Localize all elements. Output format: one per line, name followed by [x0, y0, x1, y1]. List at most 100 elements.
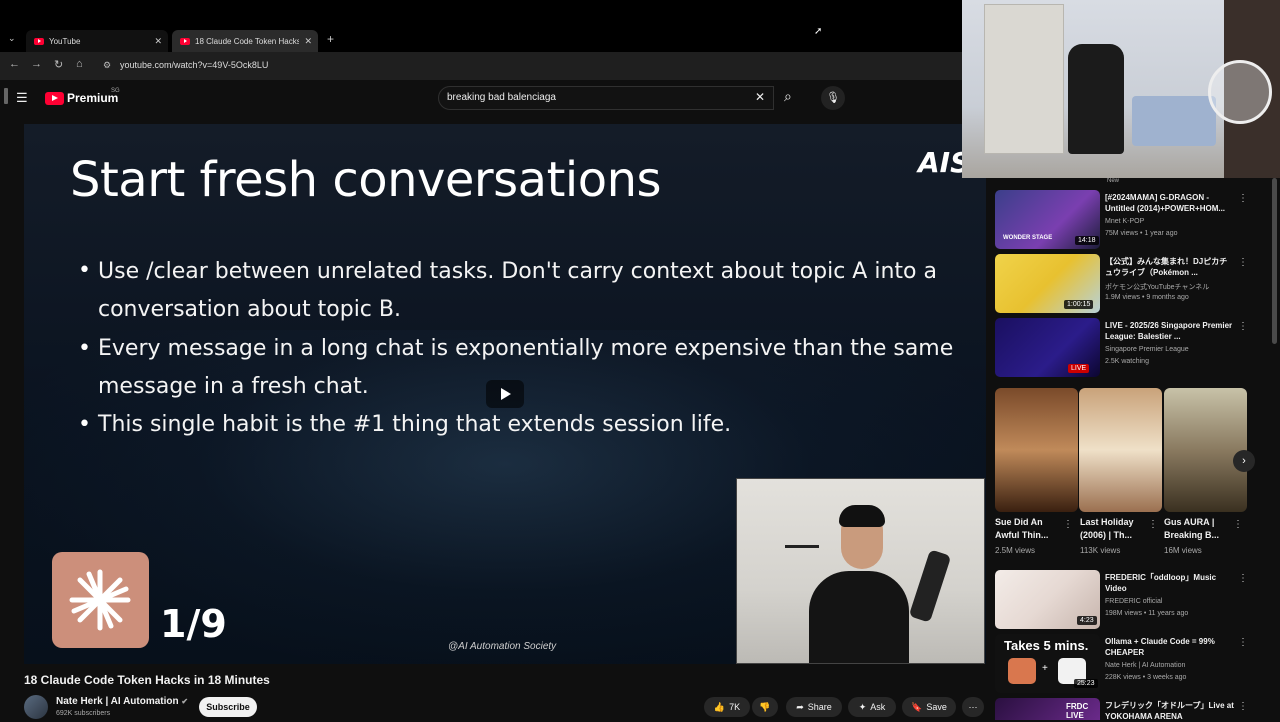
- thumbnail-caption: WONDER STAGE: [1003, 235, 1053, 241]
- video-duration: 4:23: [1077, 616, 1097, 625]
- save-button[interactable]: 🔖 Save: [902, 697, 956, 717]
- more-vertical-icon[interactable]: ⋮: [1233, 519, 1243, 530]
- thumbnail-text: FRDC LIVE: [1066, 702, 1089, 720]
- more-vertical-icon[interactable]: ⋮: [1063, 519, 1073, 530]
- presenter-body: [809, 571, 909, 663]
- more-vertical-icon[interactable]: ⋮: [1148, 519, 1158, 530]
- channel-name-text: Nate Herk | AI Automation: [56, 696, 179, 707]
- new-tab-icon[interactable]: +: [327, 32, 334, 46]
- save-label: Save: [926, 702, 947, 712]
- claude-logo-icon: [52, 552, 149, 648]
- close-tab-icon[interactable]: ✕: [304, 36, 312, 47]
- tab-youtube[interactable]: YouTube ✕: [26, 30, 168, 52]
- search-input[interactable]: breaking bad balenciaga: [447, 92, 556, 103]
- more-vertical-icon[interactable]: ⋮: [1238, 637, 1248, 648]
- claude-starburst-icon: [69, 569, 131, 631]
- home-icon[interactable]: ⌂: [76, 58, 83, 70]
- video-title[interactable]: FREDERIC「oddloop」Music Video: [1105, 572, 1235, 594]
- youtube-logo[interactable]: Premium: [45, 91, 118, 105]
- youtube-favicon-icon: [180, 37, 190, 45]
- bookmark-icon: 🔖: [911, 701, 923, 712]
- short-thumbnail[interactable]: [1079, 388, 1162, 512]
- more-vertical-icon[interactable]: ⋮: [1238, 257, 1248, 268]
- slide-bullet-3: This single habit is the #1 thing that e…: [98, 412, 732, 437]
- region-code: SG: [111, 88, 120, 94]
- back-icon[interactable]: ←: [9, 58, 20, 70]
- short-views: 113K views: [1080, 546, 1121, 555]
- video-channel[interactable]: Nate Herk | AI Automation: [1105, 662, 1185, 669]
- video-channel[interactable]: Singapore Premier League: [1105, 346, 1189, 353]
- bed: [1132, 96, 1216, 146]
- wall-shelf: [785, 545, 819, 548]
- menu-icon[interactable]: ☰: [16, 90, 28, 106]
- youtube-play-logo-icon: [45, 91, 64, 105]
- thumbs-up-icon: 👍: [713, 701, 726, 712]
- video-channel[interactable]: ポケモン公式YouTubeチャンネル: [1105, 282, 1209, 292]
- video-meta: 228K views • 3 weeks ago: [1105, 674, 1187, 681]
- play-button[interactable]: [486, 380, 524, 408]
- subscriber-count: 692K subscribers: [56, 710, 111, 717]
- subscribe-button[interactable]: Subscribe: [199, 697, 257, 717]
- video-title[interactable]: [#2024MAMA] G-DRAGON - Untitled (2014)+P…: [1105, 192, 1235, 214]
- shorts-next-button[interactable]: ›: [1233, 450, 1255, 472]
- more-vertical-icon[interactable]: ⋮: [1238, 321, 1248, 332]
- channel-name[interactable]: Nate Herk | AI Automation ✔: [56, 696, 188, 707]
- url-text[interactable]: youtube.com/watch?v=49V-5Ock8LU: [120, 60, 268, 70]
- video-duration: 14:18: [1075, 236, 1099, 245]
- tab-label: 18 Claude Code Token Hacks i: [195, 36, 299, 46]
- sparkle-icon: ✦: [858, 701, 867, 712]
- video-title[interactable]: Ollama + Claude Code = 99% CHEAPER: [1105, 636, 1235, 658]
- presenter-hair: [839, 505, 885, 527]
- tab-label: YouTube: [49, 36, 81, 46]
- short-thumbnail[interactable]: [995, 388, 1078, 512]
- video-channel[interactable]: Mnet K-POP: [1105, 218, 1144, 225]
- channel-avatar[interactable]: [24, 695, 48, 719]
- thumbs-down-icon: 👎: [759, 701, 771, 712]
- ask-button[interactable]: ✦ Ask: [848, 697, 896, 717]
- video-meta: 198M views • 11 years ago: [1105, 610, 1189, 617]
- share-button[interactable]: ➦ Share: [786, 697, 842, 717]
- partial-new-badge: New: [1107, 178, 1120, 184]
- voice-search-icon[interactable]: 🎙: [821, 86, 845, 110]
- verified-icon: ✔: [181, 697, 189, 706]
- bullet-dot: •: [78, 336, 91, 361]
- site-info-icon[interactable]: ⚙: [103, 60, 111, 71]
- short-views: 2.5M views: [995, 546, 1036, 555]
- video-title[interactable]: LIVE - 2025/26 Singapore Premier League:…: [1105, 320, 1235, 342]
- video-title: 18 Claude Code Token Hacks in 18 Minutes: [24, 673, 270, 687]
- short-thumbnail[interactable]: [1164, 388, 1247, 512]
- tab-list-chevron-icon[interactable]: ⌄: [8, 33, 16, 44]
- video-channel[interactable]: FREDERIC official: [1105, 598, 1162, 605]
- more-vertical-icon[interactable]: ⋮: [1238, 701, 1248, 712]
- bullet-dot: •: [78, 258, 91, 283]
- tab-active-video[interactable]: 18 Claude Code Token Hacks i ✕: [172, 30, 318, 52]
- short-title[interactable]: Sue Did An Awful Thin...: [995, 516, 1061, 542]
- like-count: 7K: [729, 702, 741, 712]
- video-title[interactable]: 【公式】みんな集まれ！DJピカチュウライブ（Pokémon ...: [1105, 256, 1235, 278]
- dislike-button[interactable]: 👎: [752, 697, 778, 717]
- watermark: @AI Automation Society: [448, 641, 557, 652]
- slide-counter: 1/9: [160, 602, 227, 646]
- slide-bullet-1: Use /clear between unrelated tasks. Don'…: [98, 259, 937, 322]
- close-tab-icon[interactable]: ✕: [154, 36, 162, 47]
- sidebar-scrollbar[interactable]: [1272, 178, 1277, 344]
- video-meta: 1.9M views • 9 months ago: [1105, 294, 1189, 301]
- short-title[interactable]: Last Holiday (2006) | Th...: [1080, 516, 1146, 542]
- search-icon[interactable]: ⌕: [784, 88, 792, 105]
- video-title[interactable]: フレデリック「オドループ」Live at YOKOHAMA ARENA: [1105, 700, 1235, 722]
- reload-icon[interactable]: ↻: [54, 58, 63, 71]
- video-meta: 75M views • 1 year ago: [1105, 230, 1178, 237]
- presenter-webcam: [736, 478, 985, 664]
- share-icon: ➦: [796, 701, 804, 712]
- forward-icon[interactable]: →: [31, 58, 42, 70]
- short-title[interactable]: Gus AURA | Breaking B...: [1164, 516, 1230, 542]
- bullet-dot: •: [78, 412, 91, 437]
- gaming-chair: [1068, 44, 1124, 154]
- clear-search-icon[interactable]: ✕: [755, 90, 765, 104]
- more-vertical-icon[interactable]: ⋮: [1238, 193, 1248, 204]
- video-meta: 2.5K watching: [1105, 358, 1149, 365]
- left-edge-marker: [4, 88, 8, 104]
- more-vertical-icon[interactable]: ⋮: [1238, 573, 1248, 584]
- more-actions-button[interactable]: ⋯: [962, 697, 984, 717]
- like-button[interactable]: 👍 7K: [704, 697, 750, 717]
